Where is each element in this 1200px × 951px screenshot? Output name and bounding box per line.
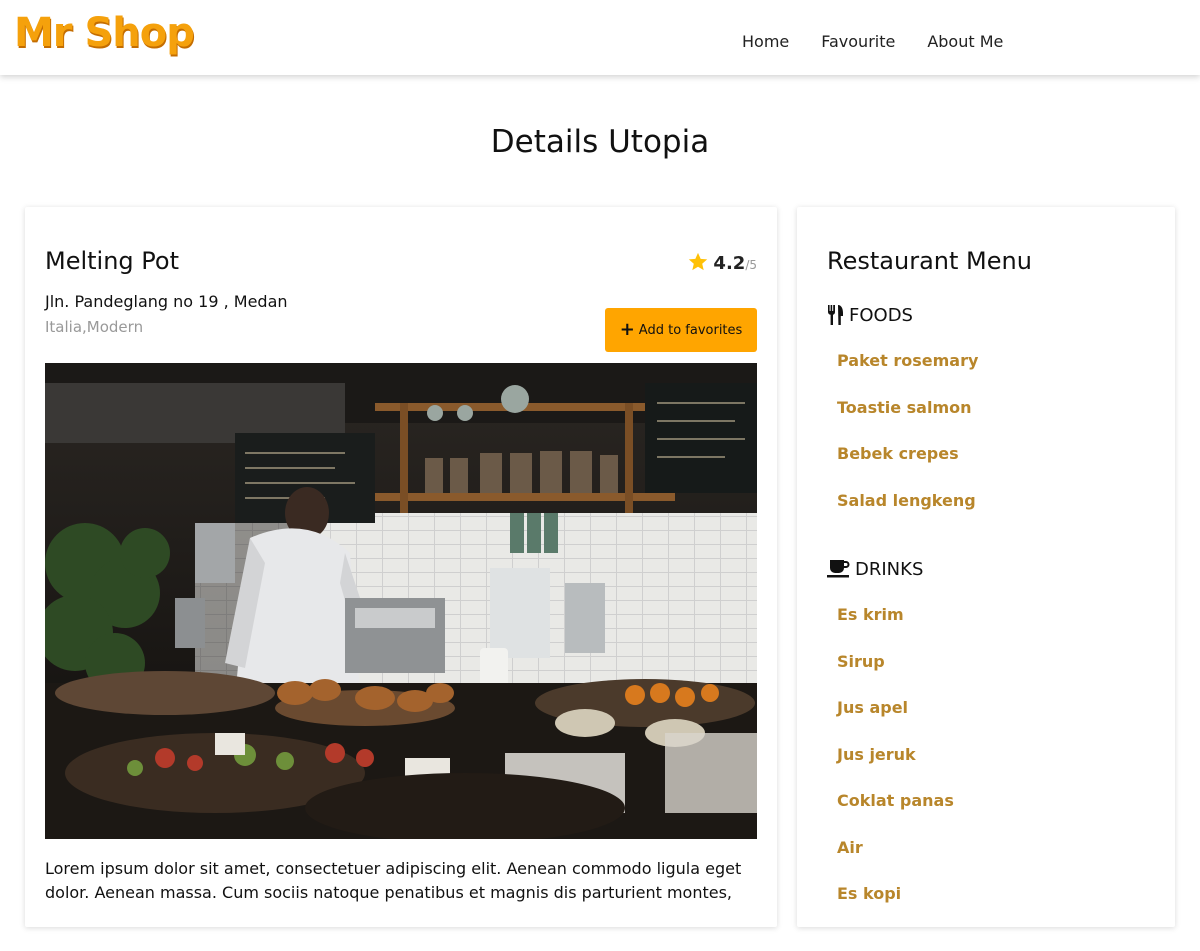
page-title: Details Utopia <box>490 124 710 160</box>
coffee-icon <box>827 560 850 578</box>
foods-list: Paket rosemary Toastie salmon Bebek crep… <box>827 349 1157 535</box>
restaurant-description: Lorem ipsum dolor sit amet, consectetuer… <box>45 859 742 902</box>
menu-item[interactable]: Bebek crepes <box>827 442 1157 489</box>
site-header: Mr Shop Home Favourite About Me <box>0 0 1200 75</box>
restaurant-photo <box>45 363 757 839</box>
foods-label: FOODS <box>849 304 913 326</box>
rating-max: /5 <box>745 258 757 272</box>
foods-heading: FOODS <box>827 303 1157 327</box>
add-to-favorites-button[interactable]: + Add to favorites <box>605 308 757 352</box>
rating-value: 4.2 <box>713 253 746 274</box>
plus-icon: + <box>619 319 635 340</box>
restaurant-categories: Italia,Modern <box>45 318 144 336</box>
restaurant-name: Melting Pot <box>45 247 180 275</box>
menu-item[interactable]: Salad lengkeng <box>827 489 1157 536</box>
menu-item[interactable]: Paket rosemary <box>827 349 1157 396</box>
menu-item[interactable]: Coklat panas <box>827 789 1157 836</box>
nav-favourite[interactable]: Favourite <box>821 32 895 51</box>
drinks-list: Es krim Sirup Jus apel Jus jeruk Coklat … <box>827 603 1157 929</box>
logo[interactable]: Mr Shop <box>14 10 195 56</box>
utensils-icon <box>828 305 843 325</box>
menu-body: FOODS Paket rosemary Toastie salmon Bebe… <box>827 303 1157 951</box>
main-nav: Home Favourite About Me <box>742 32 1003 51</box>
menu-title: Restaurant Menu <box>827 247 1032 275</box>
add-to-favorites-label: Add to favorites <box>638 322 743 338</box>
drinks-heading: DRINKS <box>827 557 1157 581</box>
restaurant-address: Jln. Pandeglang no 19 , Medan <box>45 292 288 311</box>
nav-home[interactable]: Home <box>742 32 789 51</box>
menu-item[interactable]: Toastie salmon <box>827 396 1157 443</box>
restaurant-detail-card: Melting Pot 4.2 /5 Jln. Pandeglang no 19… <box>25 207 777 927</box>
restaurant-photo-illustration <box>45 363 757 839</box>
menu-item[interactable]: Sirup <box>827 650 1157 697</box>
menu-item[interactable]: Es krim <box>827 603 1157 650</box>
nav-about-me[interactable]: About Me <box>927 32 1003 51</box>
menu-item[interactable]: Es kopi <box>827 882 1157 929</box>
drinks-label: DRINKS <box>855 558 924 580</box>
rating: 4.2 /5 <box>687 247 757 274</box>
menu-item[interactable]: Jus apel <box>827 696 1157 743</box>
menu-item[interactable]: Air <box>827 836 1157 883</box>
star-icon <box>689 252 708 271</box>
menu-item[interactable]: Jus jeruk <box>827 743 1157 790</box>
restaurant-menu-card: Restaurant Menu FOODS Paket rosemary Toa… <box>797 207 1175 927</box>
